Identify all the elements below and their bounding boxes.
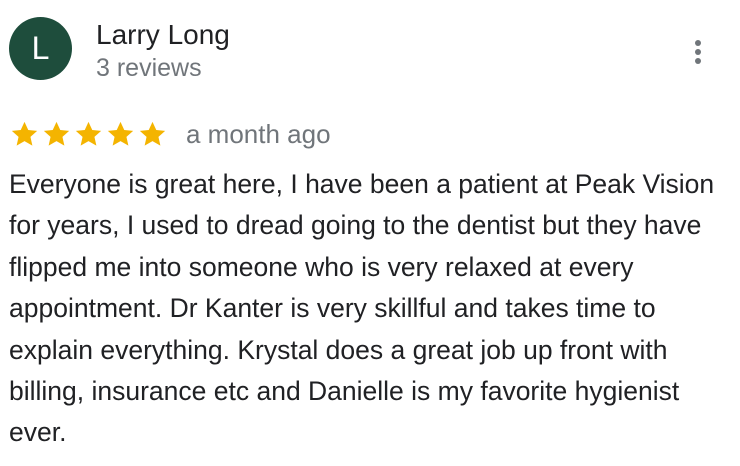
- star-rating: [9, 119, 169, 150]
- more-vert-icon: [695, 40, 701, 46]
- more-vert-icon-dot: [695, 49, 701, 55]
- review-time: a month ago: [186, 119, 331, 149]
- star-icon: [137, 119, 168, 150]
- review-card: L Larry Long 3 reviews a month ago Every…: [0, 0, 740, 466]
- star-icon: [41, 119, 72, 150]
- review-text: Everyone is great here, I have been a pa…: [9, 169, 715, 448]
- rating-row: a month ago: [9, 114, 331, 154]
- avatar[interactable]: L: [9, 17, 72, 80]
- star-icon: [105, 119, 136, 150]
- star-icon: [73, 119, 104, 150]
- star-icon: [9, 119, 40, 150]
- more-options-button[interactable]: [683, 34, 713, 70]
- review-count: 3 reviews: [96, 54, 202, 82]
- more-vert-icon-dot: [695, 58, 701, 64]
- reviewer-name[interactable]: Larry Long: [96, 17, 230, 53]
